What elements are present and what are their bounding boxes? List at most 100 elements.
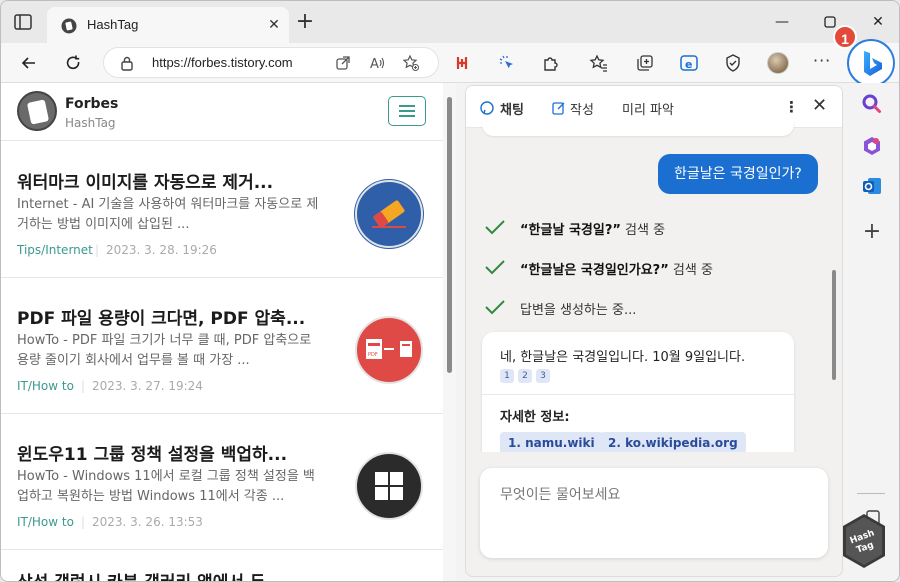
hashtag-watermark-logo: Hash Tag (841, 513, 887, 569)
extension-cursor-icon[interactable] (497, 53, 517, 73)
blog-subtitle: HashTag (65, 116, 116, 130)
blog-name[interactable]: Forbes (65, 96, 118, 112)
post-title[interactable]: PDF 파일 용량이 크다면, PDF 압축... (17, 304, 317, 329)
hamburger-menu-button[interactable] (388, 96, 426, 126)
generate-status: 답변을 생성하는 중... (520, 303, 637, 318)
meta-separator: | (81, 379, 86, 393)
svg-text:A: A (370, 57, 379, 72)
edge-ie-mode-icon[interactable]: e (679, 53, 699, 73)
compose-icon (552, 100, 566, 115)
eraser-icon[interactable] (354, 179, 424, 249)
window-close-button[interactable]: ✕ (867, 11, 889, 33)
lock-icon (120, 55, 134, 71)
favorites-icon[interactable] (589, 53, 609, 73)
extensions-puzzle-icon[interactable] (541, 53, 561, 73)
pdf-compress-icon[interactable]: PDF (354, 315, 424, 385)
chat-bubble-icon (480, 100, 494, 115)
meta-separator: | (95, 243, 100, 257)
bing-chat-button[interactable] (847, 39, 895, 87)
answer-text: 네, 한글날은 국경일입니다. 10월 9일입니다. (500, 350, 746, 365)
chat-input[interactable]: 무엇이든 물어보세요 (480, 468, 828, 558)
read-aloud-icon[interactable]: A (368, 54, 386, 72)
chat-scroll-thumb[interactable] (832, 270, 836, 380)
toolbar: https://forbes.tistory.com A e ··· (1, 43, 899, 83)
tab-title: HashTag (87, 17, 139, 32)
add-sidebar-app-icon[interactable]: + (861, 221, 883, 243)
collections-icon[interactable] (635, 53, 655, 73)
minimize-button[interactable]: — (771, 11, 793, 33)
hashtag-favicon-icon (61, 18, 77, 34)
chat-more-options-icon[interactable]: ⋮ (784, 98, 799, 116)
windows-logo-icon[interactable] (354, 451, 424, 521)
chat-input-placeholder: 무엇이든 물어보세요 (500, 487, 621, 503)
tab-close-icon[interactable]: ✕ (265, 16, 283, 34)
svg-text:e: e (685, 58, 692, 71)
citation-1[interactable]: 1 (500, 369, 514, 383)
post-category[interactable]: IT/How to (17, 515, 74, 529)
more-menu-icon[interactable]: ··· (813, 51, 831, 70)
citation-2[interactable]: 2 (518, 369, 532, 383)
tab-strip: HashTag ✕ + — ✕ (1, 1, 899, 43)
source-link[interactable]: 1. namu.wiki (500, 432, 603, 454)
page-scroll-thumb[interactable] (447, 97, 452, 373)
site-header: Forbes HashTag (1, 83, 443, 141)
chat-input-area: 무엇이든 물어보세요 (466, 452, 842, 576)
post-date: 2023. 3. 28. 19:26 (106, 243, 217, 257)
generate-step: 답변을 생성하는 중... (484, 296, 784, 318)
outlook-icon[interactable] (861, 175, 883, 197)
browser-essentials-icon[interactable] (723, 53, 743, 73)
user-message: 한글날은 국경일인가? (658, 154, 818, 194)
answer-divider (482, 394, 794, 395)
post-excerpt: HowTo - PDF 파일 크기가 너무 클 때, PDF 압축으로 용량 줄… (17, 333, 312, 368)
post-title-partial[interactable]: 삼성 갤럭시 카북 갤러리 앱에서 두... (17, 573, 317, 581)
meta-separator: | (81, 515, 86, 529)
citation-3[interactable]: 3 (536, 369, 550, 383)
tab-compose[interactable]: 작성 (570, 99, 594, 118)
search-query: “한글날은 국경일인가요?” (520, 263, 669, 278)
post-date: 2023. 3. 27. 19:24 (92, 379, 203, 393)
search-status: 검색 중 (620, 223, 666, 238)
more-info-title: 자세한 정보: (500, 410, 570, 425)
post-item[interactable]: PDF 파일 용량이 크다면, PDF 압축... HowTo - PDF 파일… (1, 278, 443, 414)
search-query: “한글날 국경일?” (520, 223, 621, 238)
tab-actions-icon[interactable] (13, 13, 33, 31)
chat-close-icon[interactable]: ✕ (812, 95, 827, 116)
post-category[interactable]: IT/How to (17, 379, 74, 393)
post-category[interactable]: Tips/Internet (17, 243, 93, 257)
browser-window: HashTag ✕ + — ✕ https://forbes.tistory.c… (0, 0, 900, 582)
web-content: Forbes HashTag 워터마크 이미지를 자동으로 제거... Inte… (1, 83, 456, 581)
post-title[interactable]: 윈도우11 그룹 정책 설정을 백업하... (17, 440, 317, 465)
previous-message-card (482, 120, 794, 136)
url-text: https://forbes.tistory.com (152, 55, 293, 70)
search-step: “한글날은 국경일인가요?” 검색 중 (484, 256, 784, 278)
search-step: “한글날 국경일?” 검색 중 (484, 216, 784, 238)
refresh-button[interactable] (59, 49, 87, 77)
open-in-app-icon[interactable] (334, 54, 352, 72)
post-title[interactable]: 워터마크 이미지를 자동으로 제거... (17, 168, 317, 193)
browser-tab[interactable]: HashTag ✕ (47, 7, 289, 43)
post-excerpt: HowTo - Windows 11에서 로컬 그룹 정책 설정을 백업하고 복… (17, 469, 315, 504)
post-excerpt: Internet - AI 기술을 사용하여 워터마크를 자동으로 제거하는 방… (17, 197, 319, 232)
bing-chat-pane: 채팅 작성 미리 파악 ⋮ ✕ 한글날은 국경일인가? “한글날 국경일?” 검… (465, 85, 843, 577)
office-icon[interactable] (861, 135, 883, 157)
source-link[interactable]: 2. ko.wikipedia.org (600, 432, 746, 454)
check-icon (485, 260, 505, 275)
profile-avatar[interactable] (767, 52, 789, 74)
new-tab-button[interactable]: + (295, 11, 315, 33)
search-status: 검색 중 (668, 263, 713, 278)
tab-chat[interactable]: 채팅 (500, 99, 524, 118)
add-favorite-icon[interactable] (402, 54, 420, 72)
address-bar[interactable]: https://forbes.tistory.com A (103, 47, 439, 78)
sidebar-divider (857, 493, 885, 494)
post-item[interactable]: 워터마크 이미지를 자동으로 제거... Internet - AI 기술을 사… (1, 142, 443, 278)
step-number-badge: 1 (833, 25, 857, 49)
search-sidebar-icon[interactable] (861, 93, 883, 115)
tab-insights[interactable]: 미리 파악 (622, 99, 674, 118)
blog-logo[interactable] (17, 91, 57, 131)
check-icon (485, 300, 505, 315)
check-icon (485, 220, 505, 235)
post-item[interactable]: 윈도우11 그룹 정책 설정을 백업하... HowTo - Windows 1… (1, 414, 443, 550)
back-button[interactable] (15, 49, 43, 77)
extension-red-icon[interactable] (453, 53, 473, 73)
edge-sidebar: + (849, 83, 899, 581)
